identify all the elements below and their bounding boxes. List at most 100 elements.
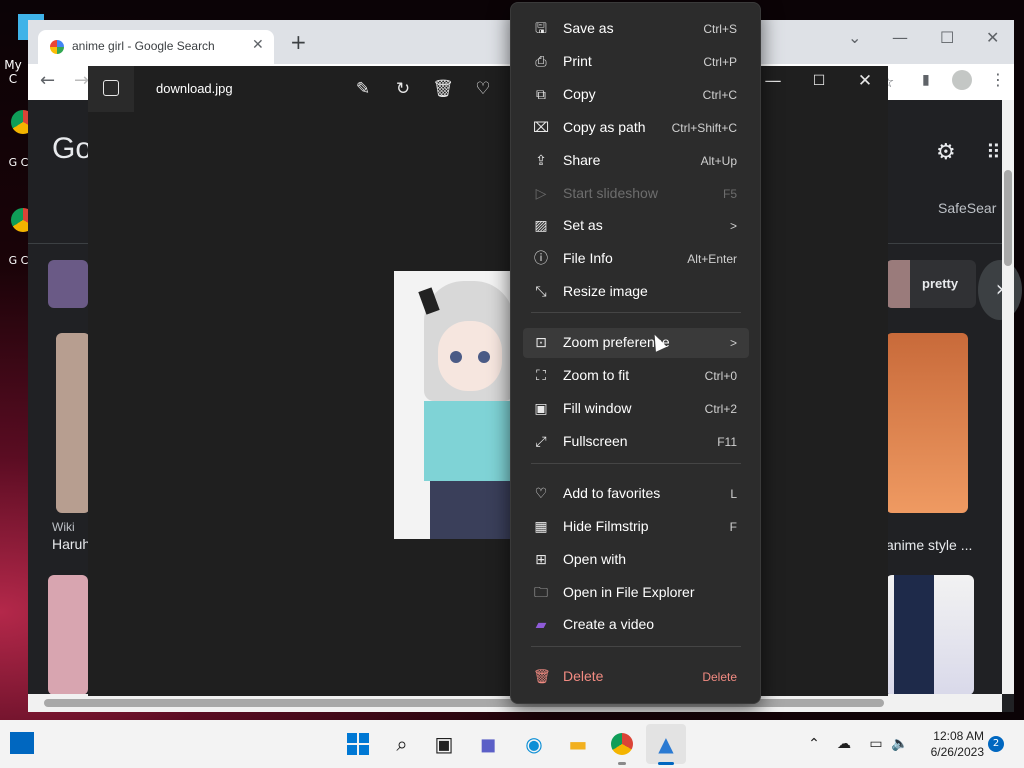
menu-item-label: Copy as path <box>563 119 646 135</box>
forward-icon[interactable]: → <box>74 70 89 91</box>
submenu-chevron-icon: > <box>729 219 737 233</box>
chevron-up-icon[interactable]: ⌃ <box>800 730 828 758</box>
menu-item-resize-image[interactable]: ⤡ Resize image <box>523 277 749 307</box>
chevron-right-icon[interactable]: › <box>978 260 1022 320</box>
menu-item-set-as[interactable]: ▨ Set as > <box>523 211 749 241</box>
desktop-icon-label[interactable]: My C <box>0 58 26 86</box>
save-icon: 🖫 <box>535 21 547 37</box>
menu-item-hide-filmstrip[interactable]: ▦ Hide Filmstrip F <box>523 512 749 542</box>
menu-item-share[interactable]: ⇪ Share Alt+Up <box>523 146 749 176</box>
menu-item-label: Fullscreen <box>563 433 628 449</box>
menu-item-copy-as-path[interactable]: ⌧ Copy as path Ctrl+Shift+C <box>523 113 749 143</box>
minimize-icon[interactable]: — <box>892 28 908 47</box>
settings-gear-icon[interactable]: ⚙ <box>936 140 956 165</box>
new-tab-button[interactable]: + <box>290 32 307 52</box>
profile-avatar-icon[interactable] <box>952 70 972 90</box>
favorite-icon[interactable]: ♡ <box>472 78 494 100</box>
menu-separator <box>531 646 741 647</box>
scroll-thumb[interactable] <box>1004 170 1012 266</box>
file-explorer-icon[interactable]: ▬ <box>564 730 592 758</box>
volume-icon[interactable]: 🔈 <box>886 730 914 758</box>
active-indicator <box>658 762 674 765</box>
onedrive-icon[interactable]: ☁ <box>830 730 858 758</box>
menu-item-fullscreen[interactable]: ⤢ Fullscreen F11 <box>523 427 749 457</box>
chevron-down-icon[interactable]: ⌄ <box>848 28 861 47</box>
result-image[interactable] <box>56 333 90 513</box>
result-image[interactable] <box>48 575 88 695</box>
filmstrip-icon: ▦ <box>534 519 548 535</box>
menu-item-fill-window[interactable]: ▣ Fill window Ctrl+2 <box>523 394 749 424</box>
menu-item-shortcut: Ctrl+0 <box>704 369 737 383</box>
chip-image[interactable] <box>48 260 88 308</box>
close-tab-icon[interactable]: ✕ <box>252 37 264 53</box>
rotate-icon[interactable]: ↻ <box>392 78 414 100</box>
menu-item-shortcut: Ctrl+Shift+C <box>671 121 737 135</box>
open-with-icon: ⊞ <box>535 552 547 568</box>
menu-item-add-to-favorites[interactable]: ♡ Add to favorites L <box>523 479 749 509</box>
photo-eye <box>450 351 462 363</box>
result-image[interactable] <box>886 333 968 513</box>
task-view-icon[interactable]: ▣ <box>430 730 458 758</box>
result-image[interactable] <box>886 575 974 695</box>
widgets-icon[interactable] <box>10 732 34 754</box>
chat-icon[interactable]: ◼ <box>474 730 502 758</box>
back-icon[interactable]: ← <box>40 70 55 91</box>
menu-item-label: Open in File Explorer <box>563 584 695 600</box>
menu-item-open-with[interactable]: ⊞ Open with <box>523 545 749 575</box>
vertical-scrollbar[interactable] <box>1002 100 1014 694</box>
photo-face <box>438 321 502 391</box>
result-source[interactable]: Wiki <box>52 520 75 534</box>
copy-path-icon: ⌧ <box>533 120 550 136</box>
menu-item-copy[interactable]: ⧉ Copy Ctrl+C <box>523 80 749 110</box>
menu-item-shortcut: Alt+Enter <box>687 252 737 266</box>
menu-item-label: Resize image <box>563 283 648 299</box>
menu-item-delete[interactable]: 🗑 Delete Delete <box>523 662 749 692</box>
menu-separator <box>531 463 741 464</box>
minimize-icon[interactable]: — <box>762 70 784 92</box>
slideshow-icon: ▷ <box>535 186 547 202</box>
search-icon[interactable]: ⌕ <box>388 730 416 758</box>
photos-icon[interactable]: ▲ <box>652 730 680 758</box>
system-clock[interactable]: 12:08 AM 6/26/2023 <box>916 728 984 760</box>
running-indicator <box>618 762 626 765</box>
menu-item-label: Hide Filmstrip <box>563 518 649 534</box>
edit-image-icon[interactable]: ✎ <box>352 78 374 100</box>
apps-grid-icon[interactable]: ⠿ <box>986 140 1001 164</box>
menu-item-shortcut: F11 <box>717 435 737 449</box>
menu-item-open-in-file-explorer[interactable]: 🗀 Open in File Explorer <box>523 578 749 608</box>
delete-icon[interactable]: 🗑 <box>432 78 454 100</box>
heart-icon: ♡ <box>534 486 548 502</box>
photo-coat <box>430 481 510 539</box>
result-title[interactable]: anime style ... <box>886 537 972 553</box>
side-panel-icon[interactable]: ▮ <box>922 72 930 88</box>
notification-badge[interactable]: 2 <box>988 736 1004 752</box>
chip-pretty[interactable]: pretty <box>886 260 976 308</box>
menu-item-label: Start slideshow <box>563 185 658 201</box>
gallery-button[interactable] <box>88 66 134 112</box>
menu-item-file-info[interactable]: ⓘ File Info Alt+Enter <box>523 244 749 274</box>
menu-item-label: Delete <box>563 668 604 684</box>
resize-icon: ⤡ <box>535 284 547 300</box>
start-icon[interactable] <box>344 730 372 758</box>
menu-item-label: Copy <box>563 86 596 102</box>
menu-item-shortcut: L <box>730 487 737 501</box>
chrome-icon[interactable] <box>608 730 636 758</box>
safesearch-label[interactable]: SafeSear <box>938 200 996 216</box>
maximize-icon[interactable]: ☐ <box>940 28 954 47</box>
menu-item-shortcut: Ctrl+S <box>703 22 737 36</box>
menu-item-start-slideshow[interactable]: ▷ Start slideshow F5 <box>523 179 749 209</box>
result-title[interactable]: Haruh <box>52 536 90 552</box>
menu-item-label: Open with <box>563 551 627 567</box>
close-window-icon[interactable]: ✕ <box>986 28 999 47</box>
menu-item-zoom-to-fit[interactable]: ⛶ Zoom to fit Ctrl+0 <box>523 361 749 391</box>
menu-item-zoom-preference[interactable]: ⊡ Zoom preference > <box>523 328 749 358</box>
close-icon[interactable]: ✕ <box>854 70 876 92</box>
menu-item-create-a-video[interactable]: ▰ Create a video <box>523 610 749 640</box>
menu-dots-icon[interactable]: ⋮ <box>990 70 1006 89</box>
menu-item-shortcut: F <box>729 520 737 534</box>
edge-icon[interactable]: ◉ <box>520 730 548 758</box>
browser-tab[interactable]: anime girl - Google Search ✕ <box>38 30 274 64</box>
menu-item-print[interactable]: ⎙ Print Ctrl+P <box>523 47 749 77</box>
menu-item-save-as[interactable]: 🖫 Save as Ctrl+S <box>523 14 749 44</box>
maximize-icon[interactable]: ☐ <box>808 70 830 92</box>
